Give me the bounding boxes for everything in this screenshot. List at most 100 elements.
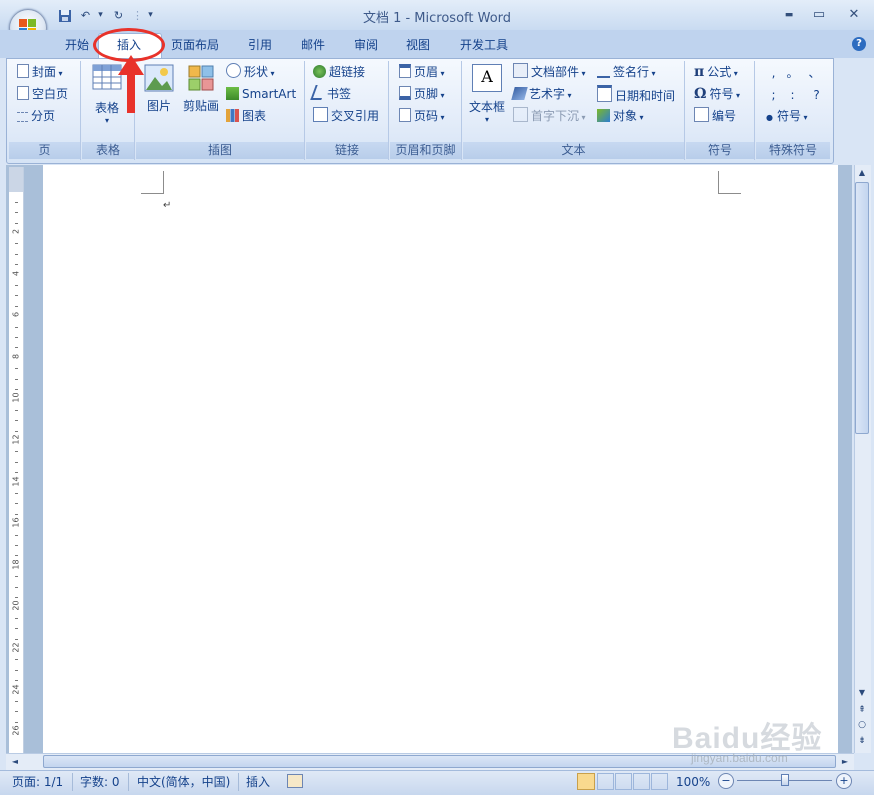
status-page[interactable]: 页面: 1/1 xyxy=(12,774,63,790)
page-number-icon xyxy=(399,108,411,122)
minimize-icon[interactable]: ▬ xyxy=(776,6,802,24)
clipart-button[interactable]: 剪贴画 xyxy=(180,64,222,114)
group-label-symbols: 符号 xyxy=(686,142,754,159)
ruler-tick xyxy=(15,628,18,629)
wordart-button[interactable]: 艺术字 ▾ xyxy=(511,85,572,103)
full-screen-reading-view-icon[interactable] xyxy=(597,773,614,790)
ruler-number: 8 xyxy=(11,353,21,359)
status-separator xyxy=(128,773,129,791)
date-time-button[interactable]: 日期和时间 xyxy=(597,85,675,103)
status-word-count[interactable]: 字数: 0 xyxy=(80,774,120,790)
chart-button[interactable]: 图表 xyxy=(226,107,266,125)
special-symbol-question[interactable]: ? xyxy=(809,86,824,104)
ruler-tick xyxy=(15,587,18,588)
zoom-out-button[interactable]: − xyxy=(718,773,734,789)
ruler-tick xyxy=(15,431,18,432)
tab-view[interactable]: 视图 xyxy=(398,36,438,54)
ruler-tick xyxy=(15,337,18,338)
ruler-number: 18 xyxy=(11,559,21,570)
ruler-tick xyxy=(15,639,18,640)
help-icon[interactable]: ? xyxy=(852,37,866,51)
blank-page-icon xyxy=(17,86,29,100)
ruler-tick xyxy=(15,410,18,411)
special-symbol-comma[interactable]: , xyxy=(766,64,781,82)
undo-icon[interactable]: ↶ xyxy=(78,9,93,22)
print-layout-view-icon[interactable] xyxy=(577,773,595,790)
tab-developer[interactable]: 开发工具 xyxy=(455,36,513,54)
picture-button[interactable]: 图片 xyxy=(141,64,177,114)
number-button[interactable]: 编号 xyxy=(694,107,736,125)
special-symbol-enumeration-comma[interactable]: 、 xyxy=(807,64,822,82)
quick-parts-button[interactable]: 文档部件 ▾ xyxy=(513,63,586,81)
select-browse-object-button[interactable]: ○ xyxy=(855,718,869,732)
drop-cap-button[interactable]: 首字下沉 ▾ xyxy=(513,107,586,125)
ruler-number: 16 xyxy=(11,517,21,528)
zoom-slider-thumb[interactable] xyxy=(780,774,789,786)
redo-icon[interactable]: ↻ xyxy=(111,9,126,22)
ruler-tick xyxy=(15,243,18,244)
previous-page-button[interactable]: ⇞ xyxy=(855,703,869,717)
page-break-button[interactable]: 分页 xyxy=(17,107,55,125)
cross-reference-button[interactable]: 交叉引用 xyxy=(313,107,379,125)
ruler-number: 26 xyxy=(11,725,21,736)
page-number-button[interactable]: 页码 ▾ xyxy=(399,107,445,125)
zoom-in-button[interactable]: + xyxy=(836,773,852,789)
undo-dropdown-icon[interactable]: ▾ xyxy=(93,9,108,22)
equation-button[interactable]: π 公式 ▾ xyxy=(694,63,738,81)
group-label-table: 表格 xyxy=(82,142,134,159)
scroll-down-button[interactable]: ▼ xyxy=(855,686,869,700)
outline-view-icon[interactable] xyxy=(633,773,650,790)
status-insert-mode[interactable]: 插入 xyxy=(246,774,270,790)
special-symbol-colon[interactable]: : xyxy=(785,86,800,104)
scroll-right-button[interactable]: ► xyxy=(838,755,852,768)
tab-references[interactable]: 引用 xyxy=(240,36,280,54)
scroll-up-button[interactable]: ▲ xyxy=(855,166,869,180)
hyperlink-button[interactable]: 超链接 xyxy=(313,63,365,81)
zoom-level[interactable]: 100% xyxy=(676,774,710,790)
tab-home[interactable]: 开始 xyxy=(57,36,97,54)
status-separator xyxy=(238,773,239,791)
tab-page-layout[interactable]: 页面布局 xyxy=(165,36,225,54)
object-button[interactable]: 对象 ▾ xyxy=(597,107,644,125)
number-icon xyxy=(694,107,709,122)
ruler-tick xyxy=(15,555,18,556)
cover-page-button[interactable]: 封面 ▾ xyxy=(17,63,63,81)
special-symbol-semicolon[interactable]: ; xyxy=(766,86,781,104)
maximize-icon[interactable]: ▭ xyxy=(806,6,832,24)
bookmark-button[interactable]: 书签 xyxy=(310,85,351,103)
vertical-scroll-thumb[interactable] xyxy=(855,182,869,434)
status-language[interactable]: 中文(简体，中国) xyxy=(137,774,230,790)
close-icon[interactable]: ✕ xyxy=(841,6,867,24)
smartart-button[interactable]: SmartArt xyxy=(226,85,296,103)
next-page-button[interactable]: ⇟ xyxy=(855,734,869,748)
scroll-left-button[interactable]: ◄ xyxy=(8,755,22,768)
macro-record-icon[interactable] xyxy=(287,774,303,788)
web-layout-view-icon[interactable] xyxy=(615,773,632,790)
ruler-tick xyxy=(15,420,18,421)
shapes-button[interactable]: 形状 ▾ xyxy=(226,63,275,81)
ruler-tick xyxy=(15,503,18,504)
draft-view-icon[interactable] xyxy=(651,773,668,790)
tab-review[interactable]: 审阅 xyxy=(346,36,386,54)
symbol-button[interactable]: Ω 符号 ▾ xyxy=(694,85,740,103)
object-icon xyxy=(597,109,610,122)
ruler-tick xyxy=(15,379,18,380)
tab-mailings[interactable]: 邮件 xyxy=(293,36,333,54)
save-icon[interactable] xyxy=(57,9,72,22)
ruler-number: 14 xyxy=(11,476,21,487)
textbox-button[interactable]: A 文本框 ▾ xyxy=(467,64,507,124)
special-symbol-period[interactable]: 。 xyxy=(785,64,800,82)
ruler-tick xyxy=(15,202,18,203)
ruler-number: 4 xyxy=(11,270,21,276)
header-button[interactable]: 页眉 ▾ xyxy=(399,63,445,81)
special-symbol-more-button[interactable]: ● 符号 ▾ xyxy=(766,107,808,125)
ruler-tick xyxy=(15,659,18,660)
blank-page-button[interactable]: 空白页 xyxy=(17,85,68,103)
customize-qat-icon[interactable]: ▾ xyxy=(143,9,158,22)
document-page[interactable] xyxy=(43,165,838,753)
ruler-tick xyxy=(15,462,18,463)
header-icon xyxy=(399,64,411,78)
signature-line-button[interactable]: 签名行 ▾ xyxy=(597,63,656,81)
ruler-tick xyxy=(15,368,18,369)
footer-button[interactable]: 页脚 ▾ xyxy=(399,85,445,103)
